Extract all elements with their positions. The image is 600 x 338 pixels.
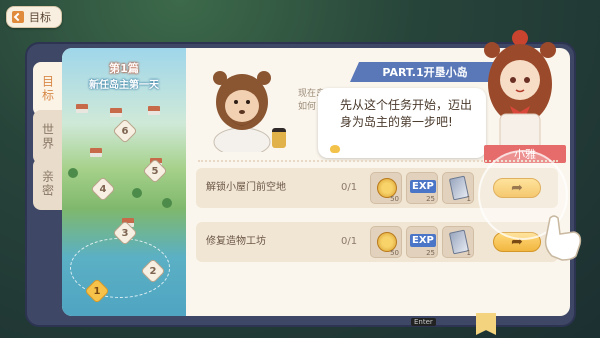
back-label: 目标 xyxy=(29,11,51,24)
dialogue-text: 先从这个任务开始，迈出身为岛主的第一步吧! xyxy=(340,98,473,129)
pointing-hand-icon xyxy=(544,215,582,261)
map-house xyxy=(110,108,122,117)
tab-world[interactable]: 世界 xyxy=(33,110,63,164)
map-house xyxy=(90,148,102,157)
honey-jar-icon xyxy=(272,128,286,148)
task-progress: 0/1 xyxy=(341,236,358,247)
map-node-4[interactable]: 4 xyxy=(90,176,116,202)
girl-character xyxy=(484,30,556,151)
exp-icon: EXP xyxy=(410,180,436,193)
heart-icon xyxy=(330,145,340,153)
task-name: 解锁小屋门前空地 xyxy=(206,182,286,193)
task-name: 修复造物工坊 xyxy=(206,236,266,247)
map-house xyxy=(76,104,88,113)
bear-man-character xyxy=(213,71,271,152)
reward-coin[interactable]: 50 xyxy=(370,172,402,204)
part-title-banner: PART.1开垦小岛 xyxy=(350,62,500,82)
reward-exp[interactable]: EXP 25 xyxy=(406,172,438,204)
reward-exp[interactable]: EXP 25 xyxy=(406,226,438,258)
enter-hint: Enter xyxy=(411,318,436,326)
tab-goals[interactable]: 目标 xyxy=(33,62,63,116)
reward-coin[interactable]: 50 xyxy=(370,226,402,258)
bookmark-ribbon xyxy=(476,313,496,335)
map-house xyxy=(148,106,160,115)
chapter-title: 第1篇 xyxy=(109,62,139,75)
map-tree xyxy=(68,168,78,178)
map-tree xyxy=(162,198,172,208)
chapter-map: 第1篇 新任岛主第一天 6 5 4 3 2 1 xyxy=(62,48,186,316)
exp-icon: EXP xyxy=(410,234,436,247)
reward-ticket[interactable]: 1 xyxy=(442,226,474,258)
map-node-5[interactable]: 5 xyxy=(142,158,168,184)
dialogue-bubble: 先从这个任务开始，迈出身为岛主的第一步吧! xyxy=(318,88,486,158)
tab-intimacy[interactable]: 亲密 xyxy=(33,158,63,210)
map-tree xyxy=(132,188,142,198)
reward-ticket[interactable]: 1 xyxy=(442,172,474,204)
task-progress: 0/1 xyxy=(341,182,358,193)
map-node-6[interactable]: 6 xyxy=(112,118,138,144)
back-arrow-icon xyxy=(12,11,24,23)
chapter-subtitle: 新任岛主第一天 xyxy=(89,80,159,91)
back-button[interactable]: 目标 xyxy=(6,6,62,28)
